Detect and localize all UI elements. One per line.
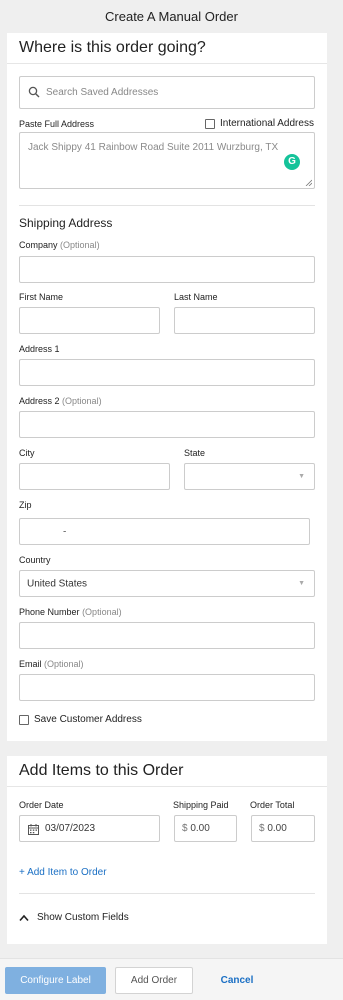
order-date-label: Order Date (19, 800, 64, 810)
company-label: Company (Optional) (19, 240, 100, 250)
destination-card: Where is this order going? Search Saved … (7, 33, 327, 741)
first-name-input[interactable] (19, 307, 160, 334)
phone-input[interactable] (19, 622, 315, 649)
company-input[interactable] (19, 256, 315, 283)
international-address-label: International Address (220, 118, 314, 129)
country-label: Country (19, 555, 51, 565)
destination-title: Where is this order going? (19, 39, 206, 56)
page-title: Create A Manual Order (105, 9, 238, 24)
shipping-address-heading: Shipping Address (19, 216, 113, 230)
first-name-label: First Name (19, 292, 64, 302)
divider (7, 63, 327, 64)
optional-tag: (Optional) (62, 396, 102, 406)
phone-label: Phone Number (Optional) (19, 607, 122, 617)
calendar-icon (28, 824, 39, 835)
city-label: City (19, 448, 35, 458)
optional-tag: (Optional) (60, 240, 100, 250)
email-input[interactable] (19, 674, 315, 701)
resize-grip-icon[interactable] (305, 179, 312, 186)
currency-symbol: $ (182, 823, 188, 834)
optional-tag: (Optional) (82, 607, 122, 617)
order-total-label: Order Total (250, 800, 295, 810)
divider (19, 893, 315, 894)
shipping-paid-input[interactable]: $ 0.00 (174, 815, 237, 842)
divider (19, 205, 315, 206)
order-date-value: 03/07/2023 (45, 823, 96, 834)
state-label: State (184, 448, 206, 458)
save-customer-address-label: Save Customer Address (34, 714, 142, 725)
shipping-paid-value: 0.00 (190, 823, 210, 834)
country-select[interactable]: United States ▼ (19, 570, 315, 597)
address1-input[interactable] (19, 359, 315, 386)
shipping-paid-label: Shipping Paid (173, 800, 229, 810)
phone-label-text: Phone Number (19, 607, 80, 617)
cancel-button[interactable]: Cancel (207, 967, 267, 994)
paste-address-value: Jack Shippy 41 Rainbow Road Suite 2011 W… (28, 142, 279, 153)
order-total-field: $ 0.00 (259, 823, 287, 834)
search-placeholder: Search Saved Addresses (46, 87, 159, 98)
add-item-to-order-link[interactable]: + Add Item to Order (19, 867, 107, 878)
paste-full-address-label: Paste Full Address (19, 119, 95, 129)
order-total-value: 0.00 (267, 823, 287, 834)
international-address-checkbox[interactable] (205, 119, 215, 129)
address2-label: Address 2 (Optional) (19, 396, 102, 406)
email-label-text: Email (19, 659, 42, 669)
search-saved-addresses-input[interactable]: Search Saved Addresses (19, 76, 315, 109)
divider (7, 786, 327, 787)
footer-bar: Configure Label Add Order Cancel (0, 958, 343, 1000)
zip-label: Zip (19, 500, 32, 510)
save-customer-address-checkbox[interactable] (19, 715, 29, 725)
chevron-down-icon: ▼ (298, 579, 305, 587)
show-custom-fields-toggle[interactable]: Show Custom Fields (19, 912, 129, 923)
email-label: Email (Optional) (19, 659, 84, 669)
order-date-input[interactable]: 03/07/2023 (19, 815, 160, 842)
order-total-input[interactable]: $ 0.00 (251, 815, 315, 842)
last-name-input[interactable] (174, 307, 315, 334)
search-icon (28, 86, 40, 98)
items-title: Add Items to this Order (19, 762, 184, 779)
city-input[interactable] (19, 463, 170, 490)
optional-tag: (Optional) (44, 659, 84, 669)
grammarly-icon[interactable]: G (284, 154, 300, 170)
configure-label-button[interactable]: Configure Label (5, 967, 106, 994)
zip-input[interactable]: - (19, 518, 310, 545)
address2-label-text: Address 2 (19, 396, 60, 406)
last-name-label: Last Name (174, 292, 218, 302)
address2-input[interactable] (19, 411, 315, 438)
add-order-button[interactable]: Add Order (115, 967, 193, 994)
items-card: Add Items to this Order Order Date Shipp… (7, 756, 327, 944)
company-label-text: Company (19, 240, 58, 250)
zip-dash: - (63, 526, 67, 537)
chevron-down-icon: ▼ (298, 472, 305, 480)
chevron-up-icon (19, 914, 29, 921)
show-custom-fields-label: Show Custom Fields (37, 912, 129, 923)
country-value: United States (27, 578, 88, 589)
shipping-paid-field: $ 0.00 (182, 823, 210, 834)
currency-symbol: $ (259, 823, 265, 834)
paste-address-textarea[interactable]: Jack Shippy 41 Rainbow Road Suite 2011 W… (19, 132, 315, 189)
state-select[interactable]: ▼ (184, 463, 315, 490)
address1-label: Address 1 (19, 344, 60, 354)
